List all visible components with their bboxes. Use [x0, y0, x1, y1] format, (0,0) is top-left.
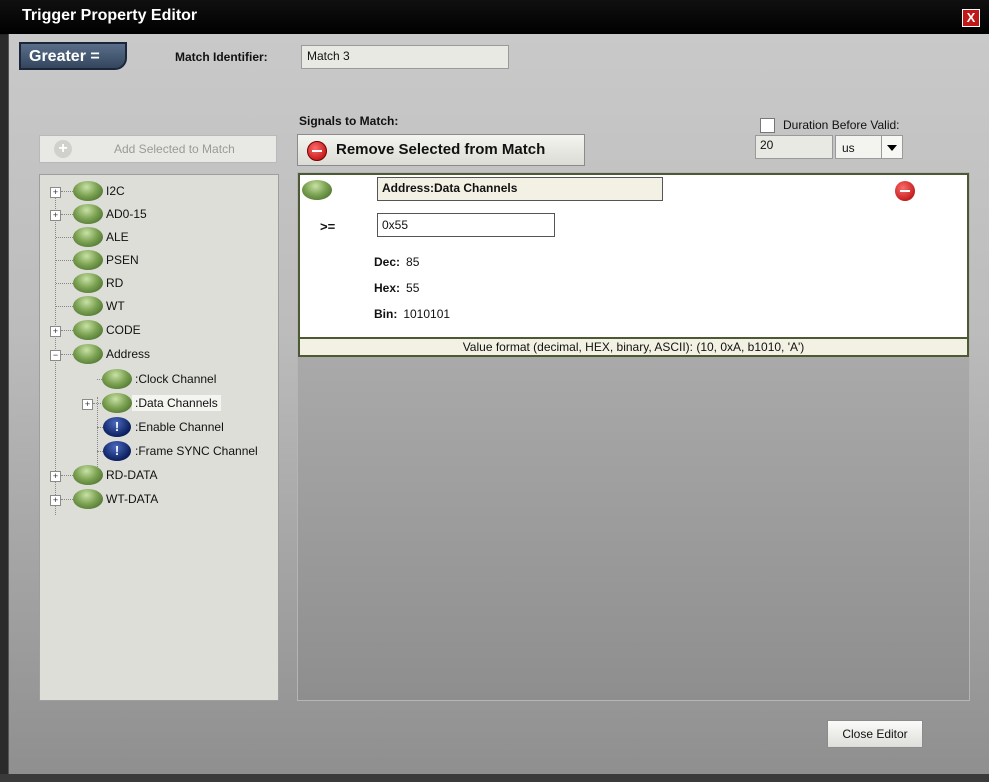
- collapse-icon[interactable]: −: [50, 350, 61, 361]
- match-value-input[interactable]: 0x55: [377, 213, 555, 237]
- chevron-down-icon[interactable]: [881, 136, 902, 158]
- tree-item-label: :Data Channels: [132, 395, 221, 411]
- tree-item-label: RD: [106, 276, 124, 290]
- tree-item-code[interactable]: + CODE: [40, 320, 278, 340]
- bin-row: Bin: 1010101: [374, 307, 450, 321]
- remove-selected-button[interactable]: Remove Selected from Match: [297, 134, 585, 166]
- tree-item-ale[interactable]: ALE: [40, 227, 278, 247]
- hex-label: Hex:: [374, 281, 401, 295]
- tree-item-label: Address: [106, 347, 151, 361]
- close-editor-button[interactable]: Close Editor: [827, 720, 923, 748]
- tree-item-label: RD-DATA: [106, 468, 158, 482]
- bin-label: Bin:: [374, 307, 398, 321]
- expand-icon[interactable]: +: [50, 495, 61, 506]
- expand-icon[interactable]: +: [50, 326, 61, 337]
- expand-icon[interactable]: +: [82, 399, 93, 410]
- match-signal-name: Address:Data Channels: [377, 177, 663, 201]
- hex-row: Hex: 55: [374, 281, 419, 295]
- value-format-hint: Value format (decimal, HEX, binary, ASCI…: [298, 337, 969, 357]
- match-card[interactable]: Address:Data Channels >= 0x55 Dec: 85 Hex…: [298, 173, 969, 339]
- editor-body: Greater = Match Identifier: Match 3 Sign…: [8, 34, 989, 774]
- mode-tab[interactable]: Greater =: [19, 42, 127, 70]
- warning-icon: !: [103, 417, 131, 437]
- dec-label: Dec:: [374, 255, 401, 269]
- match-operator[interactable]: >=: [320, 219, 335, 234]
- duration-unit-select[interactable]: us: [835, 135, 903, 159]
- green-ball-icon: [73, 250, 103, 270]
- match-list-panel[interactable]: Address:Data Channels >= 0x55 Dec: 85 Hex…: [297, 172, 970, 701]
- tree-item-label: ALE: [106, 230, 129, 244]
- title-bar: Trigger Property Editor X: [0, 0, 989, 35]
- tree-item-label: WT-DATA: [106, 492, 159, 506]
- tree-item-frame-sync-channel[interactable]: ! :Frame SYNC Channel: [40, 441, 278, 461]
- tree-item-enable-channel[interactable]: ! :Enable Channel: [40, 417, 278, 437]
- tree-item-rd-data[interactable]: + RD-DATA: [40, 465, 278, 485]
- duration-unit-value: us: [842, 141, 855, 155]
- hex-value: 55: [406, 281, 420, 295]
- expand-icon[interactable]: +: [50, 210, 61, 221]
- duration-value-input[interactable]: 20: [755, 135, 833, 159]
- dec-value: 85: [406, 255, 420, 269]
- signal-tree[interactable]: + I2C + AD0-15 ALE PSEN RD WT + CODE − A…: [39, 174, 279, 701]
- signals-to-match-label: Signals to Match:: [299, 114, 399, 128]
- tree-item-label: WT: [106, 299, 125, 313]
- match-identifier-label: Match Identifier:: [175, 50, 268, 64]
- green-ball-icon: [73, 489, 103, 509]
- tree-item-label: :Enable Channel: [135, 420, 224, 434]
- dec-row: Dec: 85: [374, 255, 419, 269]
- tree-item-clock-channel[interactable]: :Clock Channel: [40, 369, 278, 389]
- green-ball-icon: [73, 273, 103, 293]
- green-ball-icon: [73, 320, 103, 340]
- green-ball-icon: [73, 181, 103, 201]
- tree-item-label: PSEN: [106, 253, 139, 267]
- tree-item-label: :Frame SYNC Channel: [135, 444, 258, 458]
- tree-item-rd[interactable]: RD: [40, 273, 278, 293]
- tree-item-data-channels[interactable]: + :Data Channels: [40, 393, 278, 413]
- tree-item-i2c[interactable]: + I2C: [40, 181, 278, 201]
- add-selected-label: Add Selected to Match: [114, 142, 235, 156]
- duration-label: Duration Before Valid:: [783, 118, 900, 132]
- expand-icon[interactable]: +: [50, 187, 61, 198]
- green-ball-icon: [302, 180, 332, 200]
- duration-checkbox[interactable]: [760, 118, 775, 133]
- green-ball-icon: [73, 227, 103, 247]
- tree-item-label: AD0-15: [106, 207, 147, 221]
- expand-icon[interactable]: +: [50, 471, 61, 482]
- tree-item-label: :Clock Channel: [135, 372, 217, 386]
- close-window-icon[interactable]: X: [962, 9, 980, 27]
- tree-item-ad0-15[interactable]: + AD0-15: [40, 204, 278, 224]
- remove-icon: [307, 141, 327, 161]
- match-identifier-input[interactable]: Match 3: [301, 45, 509, 69]
- green-ball-icon: [73, 204, 103, 224]
- tree-item-label: CODE: [106, 323, 141, 337]
- green-ball-icon: [102, 393, 132, 413]
- bottom-strip: [0, 774, 989, 782]
- tree-item-address[interactable]: − Address: [40, 344, 278, 364]
- green-ball-icon: [73, 344, 103, 364]
- tree-item-label: I2C: [106, 184, 125, 198]
- green-ball-icon: [102, 369, 132, 389]
- remove-signal-icon[interactable]: [895, 181, 915, 201]
- bin-value: 1010101: [403, 307, 451, 321]
- green-ball-icon: [73, 465, 103, 485]
- remove-selected-label: Remove Selected from Match: [336, 141, 546, 158]
- green-ball-icon: [73, 296, 103, 316]
- tree-item-wt-data[interactable]: + WT-DATA: [40, 489, 278, 509]
- warning-icon: !: [103, 441, 131, 461]
- tree-item-psen[interactable]: PSEN: [40, 250, 278, 270]
- window-title: Trigger Property Editor: [22, 7, 198, 24]
- add-selected-button[interactable]: + Add Selected to Match: [39, 135, 277, 163]
- tree-item-wt[interactable]: WT: [40, 296, 278, 316]
- plus-icon: +: [54, 140, 72, 158]
